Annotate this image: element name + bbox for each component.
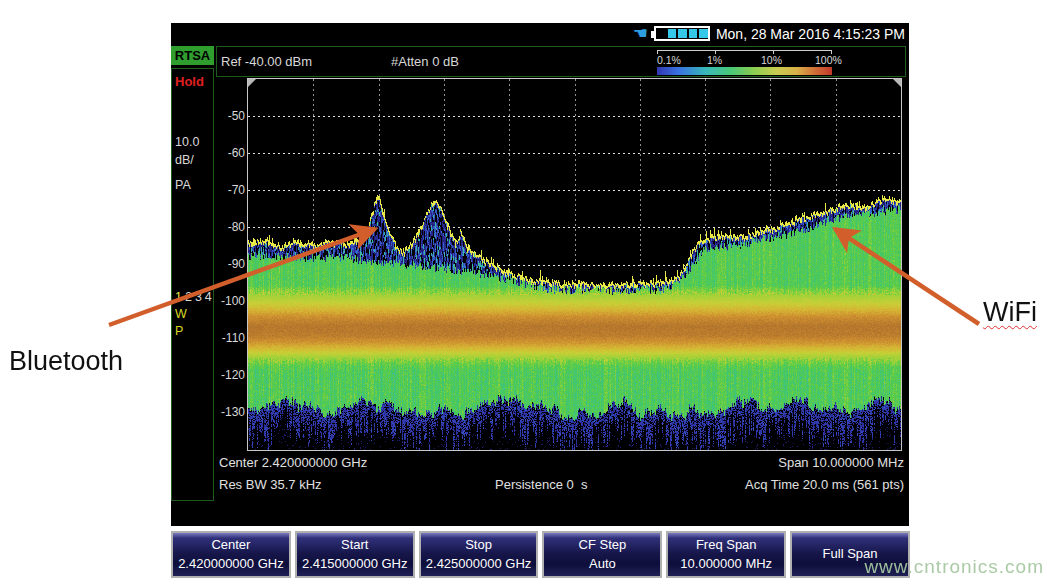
- left-sidebar: Hold 10.0 dB/ PA 1234 W P: [171, 68, 214, 501]
- battery-icon: [654, 26, 710, 41]
- scale-value: 10.0: [175, 135, 199, 149]
- battery-segment: [678, 29, 687, 38]
- softkey-freq-span[interactable]: Freq Span 10.000000 MHz: [666, 531, 786, 578]
- legend-label: 0.1%: [657, 54, 681, 66]
- spectrum-plot: [247, 78, 902, 451]
- y-label: -130: [215, 405, 245, 419]
- legend-label: 1%: [707, 54, 722, 66]
- title-bar: ☚ Mon, 28 Mar 2016 4:15:23 PM: [171, 23, 909, 44]
- trace-w-label: W: [175, 307, 187, 321]
- trace-p-label: P: [175, 324, 183, 338]
- y-label: -80: [215, 220, 245, 234]
- watermark: www.cntronics.com: [864, 556, 1044, 578]
- y-label: -50: [215, 109, 245, 123]
- reference-row: Ref -40.00 dBm #Atten 0 dB 0.1% 1% 10% 1…: [216, 46, 906, 77]
- battery-segment: [668, 29, 677, 38]
- y-label: -70: [215, 183, 245, 197]
- legend-label: 10%: [761, 54, 782, 66]
- corner-notch-right: [893, 79, 901, 87]
- res-bw-label: Res BW 35.7 kHz: [219, 477, 322, 492]
- softkey-center[interactable]: Center 2.420000000 GHz: [171, 531, 291, 578]
- legend-ruler: [657, 50, 832, 54]
- y-label: -120: [215, 368, 245, 382]
- preamp-label: PA: [175, 178, 191, 192]
- y-label: -60: [215, 146, 245, 160]
- status-bar: Center 2.420000000 GHz Span 10.000000 MH…: [216, 453, 906, 501]
- trace-active: 1: [175, 290, 185, 304]
- persistence-label: Persistence 0 s: [495, 477, 588, 492]
- acq-time-label: Acq Time 20.0 ms (561 pts): [745, 477, 904, 492]
- bluetooth-annotation: Bluetooth: [9, 346, 123, 377]
- mouse-cursor-icon: ☚: [633, 25, 648, 42]
- span-label: Span 10.000000 MHz: [778, 455, 904, 470]
- sweep-state-label: Hold: [175, 74, 204, 89]
- wifi-annotation: WiFi: [983, 297, 1037, 328]
- mode-badge[interactable]: RTSA: [171, 46, 214, 65]
- corner-notch-left: [248, 79, 256, 87]
- trace-list: 234: [185, 290, 215, 304]
- battery-segment: [699, 29, 708, 38]
- softkey-bar: Center 2.420000000 GHz Start 2.415000000…: [171, 531, 910, 578]
- density-legend: 0.1% 1% 10% 100%: [657, 48, 834, 76]
- softkey-stop[interactable]: Stop 2.425000000 GHz: [419, 531, 539, 578]
- ref-level-label: Ref -40.00 dBm: [221, 54, 312, 69]
- softkey-start[interactable]: Start 2.415000000 GHz: [295, 531, 415, 578]
- scale-unit: dB/: [175, 153, 194, 167]
- instrument-screen: ☚ Mon, 28 Mar 2016 4:15:23 PM RTSA Ref -…: [171, 23, 909, 526]
- attenuation-label: #Atten 0 dB: [391, 54, 459, 69]
- density-gradient-bar: [657, 67, 832, 75]
- softkey-cf-step[interactable]: CF Step Auto: [542, 531, 662, 578]
- battery-segment: [689, 29, 698, 38]
- center-freq-label: Center 2.420000000 GHz: [219, 455, 367, 470]
- datetime-label: Mon, 28 Mar 2016 4:15:23 PM: [716, 26, 905, 42]
- spectrum-canvas: [248, 79, 901, 450]
- legend-label: 100%: [815, 54, 842, 66]
- y-label: -110: [215, 331, 245, 345]
- y-label: -90: [215, 257, 245, 271]
- y-label: -100: [215, 294, 245, 308]
